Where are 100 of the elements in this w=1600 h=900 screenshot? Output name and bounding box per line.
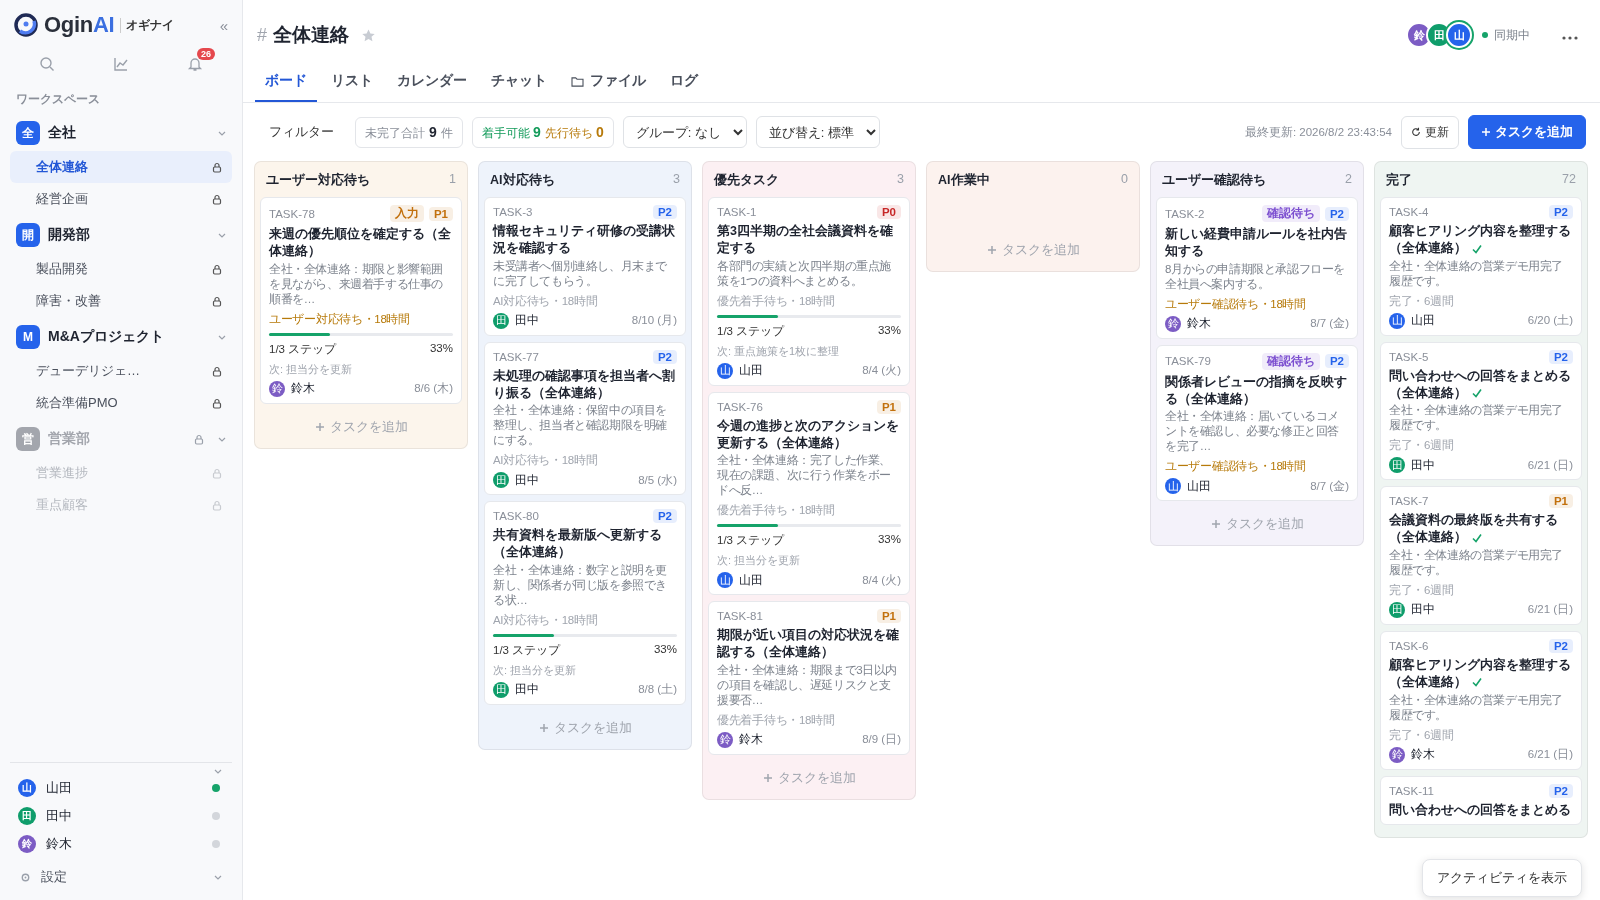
task-card[interactable]: TASK-7 P1 会議資料の最終版を共有する（全体連絡） 全社・全体連絡の営業デモ用完了履歴です。 完了・6週間 田 田中 6/21 (日) [1380, 486, 1582, 625]
due-date: 6/20 (土) [1527, 313, 1573, 329]
assignee-avatar: 田 [493, 312, 509, 329]
column-title: 完了 [1386, 172, 1412, 189]
task-description: 全社・全体連絡の営業デモ用完了履歴です。 [1389, 548, 1564, 578]
task-description: 全社・全体連絡の営業デモ用完了履歴です。 [1389, 692, 1564, 723]
tag: P2 [1548, 349, 1573, 364]
star-icon[interactable] [361, 27, 376, 43]
assignee-name: 鈴木 [1187, 316, 1211, 332]
tag: P2 [1548, 783, 1573, 798]
group-name[interactable]: 開発部 [48, 226, 90, 244]
search-icon[interactable] [39, 56, 55, 72]
member-name[interactable]: 鈴木 [46, 835, 72, 853]
task-card[interactable]: TASK-80 P2 共有資料を最新版へ更新する（全体連絡） 全社・全体連絡：数字と説明を更新し、関係者が同じ版を参照できる状… AI対応待ち・18時間 1/3 ステップ 33% 次: 担当分を更新 田 田中 8/8 (土) [484, 501, 686, 705]
task-status: 優先着手待ち・18時間 [717, 293, 836, 309]
plus-icon [1210, 519, 1221, 530]
group-icon: 開 [16, 223, 40, 247]
refresh-button[interactable]: 更新 [1401, 115, 1459, 149]
tag: P2 [652, 509, 677, 524]
settings-icon [20, 871, 31, 883]
channel-item[interactable]: デューデリジェ… [10, 355, 232, 387]
task-card[interactable]: TASK-11 P2 問い合わせへの回答をまとめる [1380, 775, 1582, 826]
chart-icon[interactable] [113, 56, 129, 72]
assignee-name: 山田 [1411, 313, 1435, 329]
notification-badge: 26 [197, 48, 215, 60]
due-date: 8/9 (日) [862, 732, 901, 748]
bell-icon[interactable] [187, 56, 203, 72]
step-count: 1/3 ステップ [269, 341, 337, 357]
task-card[interactable]: TASK-6 P2 顧客ヒアリング内容を整理する（全体連絡） 全社・全体連絡の営業デモ用完了履歴です。 完了・6週間 鈴 鈴木 6/21 (日) [1380, 630, 1582, 770]
task-card[interactable]: TASK-76 P1 今週の進捗と次のアクションを更新する（全体連絡） 全社・全体連絡：完了した作業、現在の課題、次に行う作業をボードへ反… 優先着手待ち・18時間 1/3 ステップ 33% 次: 担当分を更新 山 山田 8/4 (火) [708, 391, 910, 596]
assignee-name: 田中 [515, 472, 539, 488]
task-card[interactable]: TASK-4 P2 顧客ヒアリング内容を整理する（全体連絡） 全社・全体連絡の営業デモ用完了履歴です。 完了・6週間 山 山田 6/20 (土) [1380, 197, 1582, 336]
task-card[interactable]: TASK-77 P2 未処理の確認事項を担当者へ割り振る（全体連絡） 全社・全体連絡：保留中の項目を整理し、担当者と確認期限を明確にする。 AI対応待ち・18時間 田 田中 8/5 (水) [484, 341, 686, 496]
settings-label[interactable]: 設定 [41, 868, 67, 886]
task-id: TASK-1 [717, 206, 757, 218]
due-date: 8/8 (土) [638, 682, 677, 698]
task-title: 顧客ヒアリング内容を整理する（全体連絡） [1389, 657, 1571, 689]
task-status: AI対応待ち・18時間 [493, 612, 599, 628]
member-avatar: 山 [18, 779, 36, 797]
channel-item[interactable]: 全体連絡 [10, 151, 232, 183]
task-title: 問い合わせへの回答をまとめる [1389, 802, 1571, 817]
group-icon: M [16, 325, 40, 349]
plus-icon [538, 722, 549, 733]
tab[interactable]: ボード [255, 64, 317, 102]
assignee-name: 山田 [739, 572, 763, 588]
activity-toast[interactable]: アクティビティを表示 [1422, 859, 1582, 897]
tab[interactable]: チャット [481, 64, 557, 102]
task-card[interactable]: TASK-1 P0 第3四半期の全社会議資料を確定する 各部門の実績と次四半期の重点施策を1つの資料へまとめる。 優先着手待ち・18時間 1/3 ステップ 33% 次: 重点施策を1枚に整理 山 山田 8/4 (火) [708, 197, 910, 386]
task-card[interactable]: TASK-78 入力 P1 来週の優先順位を確定する（全体連絡） 全社・全体連絡：期限と影響範囲を見ながら、来週着手する仕事の順番を… ユーザー対応待ち・18時間 1/3 ステップ 33% 次: 担当分を更新 鈴 鈴木 8/6 (木) [260, 197, 462, 404]
progress-percent: 33% [877, 323, 901, 338]
group-icon: 営 [16, 427, 40, 451]
task-title: 期限が近い項目の対応状況を確認する（全体連絡） [717, 628, 899, 660]
channel-item[interactable]: 経営企画 [10, 183, 232, 215]
task-card[interactable]: TASK-3 P2 情報セキュリティ研修の受講状況を確認する 未受講者へ個別連絡し、月末までに完了してもらう。 AI対応待ち・18時間 田 田中 8/10 (月) [484, 197, 686, 336]
progress-percent: 33% [653, 642, 677, 657]
task-title: 関係者レビューの指摘を反映する（全体連絡） [1165, 374, 1347, 406]
task-id: TASK-11 [1389, 784, 1434, 797]
sort-select[interactable]: 並び替え: 標準 [755, 116, 880, 148]
member-name[interactable]: 山田 [46, 779, 72, 797]
group-name[interactable]: M&Aプロジェクト [48, 328, 164, 346]
ready-value: 9 [533, 123, 541, 140]
task-id: TASK-5 [1389, 350, 1429, 363]
channel-item[interactable]: 障害・改善 [10, 285, 232, 317]
group-select[interactable]: グループ: なし [622, 116, 747, 148]
assignee-name: 山田 [739, 363, 763, 379]
add-task-button[interactable]: タスクを追加 [1468, 115, 1586, 149]
open-total-value: 9 [429, 123, 437, 140]
assignee-avatar: 鈴 [1165, 315, 1181, 332]
tab[interactable]: ログ [660, 64, 708, 102]
tab[interactable]: カレンダー [387, 64, 477, 102]
column-title: AI対応待ち [490, 172, 555, 189]
channel-item[interactable]: 統合準備PMO [10, 387, 232, 419]
assignee-avatar: 田 [1389, 457, 1405, 474]
task-title: 未処理の確認事項を担当者へ割り振る（全体連絡） [493, 368, 675, 400]
task-card[interactable]: TASK-81 P1 期限が近い項目の対応状況を確認する（全体連絡） 全社・全体連絡：期限まで3日以内の項目を確認し、遅延リスクと支援要否… 優先着手待ち・18時間 鈴 鈴木 8/9 (日) [708, 601, 910, 755]
due-date: 8/7 (金) [1310, 316, 1349, 332]
task-card[interactable]: TASK-5 P2 問い合わせへの回答をまとめる（全体連絡） 全社・全体連絡の営業デモ用完了履歴です。 完了・6週間 田 田中 6/21 (日) [1380, 341, 1582, 481]
channel-item[interactable]: 製品開発 [10, 253, 232, 285]
tab[interactable]: ファイル [561, 64, 656, 102]
task-card[interactable]: TASK-2 確認待ち P2 新しい経費申請ルールを社内告知する 8月からの申請期限と承認フローを全社員へ案内する。 ユーザー確認待ち・18時間 鈴 鈴木 8/7 (金) [1156, 197, 1358, 339]
assignee-name: 鈴木 [739, 732, 763, 748]
task-id: TASK-81 [717, 610, 763, 623]
more-icon [1562, 35, 1578, 40]
filter-button[interactable]: フィルター [257, 117, 346, 147]
tab[interactable]: リスト [321, 64, 383, 102]
tag: P2 [1548, 638, 1573, 653]
caret-icon [218, 436, 226, 442]
task-description: 全社・全体連絡：期限と影響範囲を見ながら、来週着手する仕事の順番を… [269, 261, 444, 307]
group-icon: 全 [16, 121, 40, 145]
task-card[interactable]: TASK-79 確認待ち P2 関係者レビューの指摘を反映する（全体連絡） 全社・全体連絡：届いているコメントを確認し、必要な修正と回答を完了… ユーザー確認待ち・18時間 山 山田 8/7 (金) [1156, 344, 1358, 502]
assignee-avatar: 山 [717, 362, 733, 379]
assignee-avatar: 田 [493, 681, 509, 698]
column-count: 3 [897, 172, 904, 188]
caret-icon [214, 769, 222, 774]
progress-percent: 33% [877, 533, 901, 548]
due-date: 8/10 (月) [631, 313, 677, 329]
member-name[interactable]: 田中 [46, 807, 72, 825]
lock-icon [212, 499, 222, 511]
task-status: 優先着手待ち・18時間 [717, 712, 836, 728]
group-name[interactable]: 全社 [48, 124, 76, 142]
